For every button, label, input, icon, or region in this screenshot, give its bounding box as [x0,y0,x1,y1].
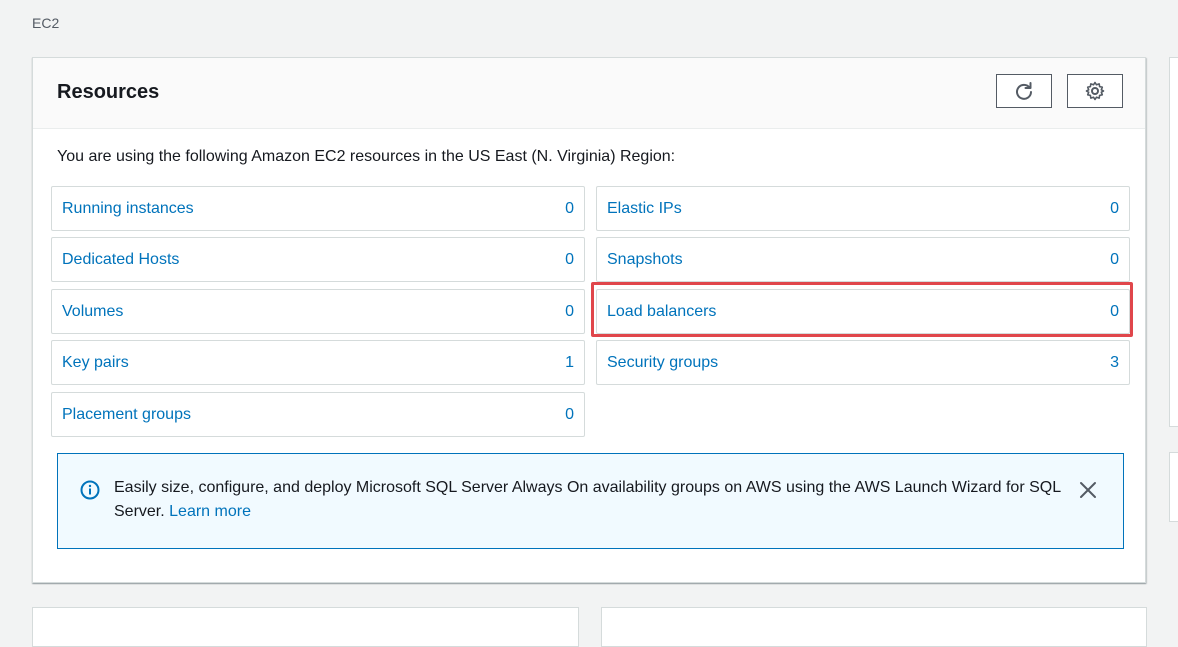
resource-label[interactable]: Volumes [62,303,123,321]
close-icon [1080,482,1096,498]
info-alert-message: Easily size, configure, and deploy Micro… [114,479,1061,520]
resources-intro-text: You are using the following Amazon EC2 r… [57,148,676,165]
close-button[interactable] [1076,478,1100,502]
breadcrumb[interactable]: EC2 [32,15,59,31]
resource-count[interactable]: 0 [565,200,574,218]
resource-label[interactable]: Key pairs [62,354,129,372]
resource-dedicated-hosts[interactable]: Dedicated Hosts 0 [51,237,585,282]
resource-placement-groups[interactable]: Placement groups 0 [51,392,585,437]
resource-label[interactable]: Elastic IPs [607,200,682,218]
settings-button[interactable] [1067,74,1123,108]
resource-load-balancers[interactable]: Load balancers 0 [596,289,1130,334]
gear-icon [1085,81,1105,101]
bottom-panel-right [601,607,1147,647]
side-panel [1169,452,1178,522]
resource-count[interactable]: 0 [565,406,574,424]
resource-count[interactable]: 0 [565,303,574,321]
panel-title: Resources [57,81,160,103]
resource-volumes[interactable]: Volumes 0 [51,289,585,334]
resource-label[interactable]: Dedicated Hosts [62,251,179,269]
info-alert-text: Easily size, configure, and deploy Micro… [114,476,1064,524]
resource-label[interactable]: Security groups [607,354,718,372]
refresh-button[interactable] [996,74,1052,108]
bottom-panel-left [32,607,579,647]
resource-label[interactable]: Running instances [62,200,194,218]
resource-running-instances[interactable]: Running instances 0 [51,186,585,231]
resource-count[interactable]: 0 [1110,251,1119,269]
resource-security-groups[interactable]: Security groups 3 [596,340,1130,385]
side-panel [1169,57,1178,427]
resources-panel: Resources You are using the following Am… [32,57,1146,583]
refresh-icon [1016,82,1032,100]
resource-label[interactable]: Load balancers [607,303,716,321]
resource-count[interactable]: 3 [1110,354,1119,372]
resource-label[interactable]: Snapshots [607,251,683,269]
resource-count[interactable]: 0 [565,251,574,269]
panel-header: Resources [33,58,1145,129]
resource-snapshots[interactable]: Snapshots 0 [596,237,1130,282]
info-icon [80,480,100,500]
resource-label[interactable]: Placement groups [62,406,191,424]
resource-count[interactable]: 1 [565,354,574,372]
resource-key-pairs[interactable]: Key pairs 1 [51,340,585,385]
resource-count[interactable]: 0 [1110,303,1119,321]
resource-elastic-ips[interactable]: Elastic IPs 0 [596,186,1130,231]
learn-more-link[interactable]: Learn more [169,503,251,520]
info-alert: Easily size, configure, and deploy Micro… [57,453,1124,549]
resource-count[interactable]: 0 [1110,200,1119,218]
